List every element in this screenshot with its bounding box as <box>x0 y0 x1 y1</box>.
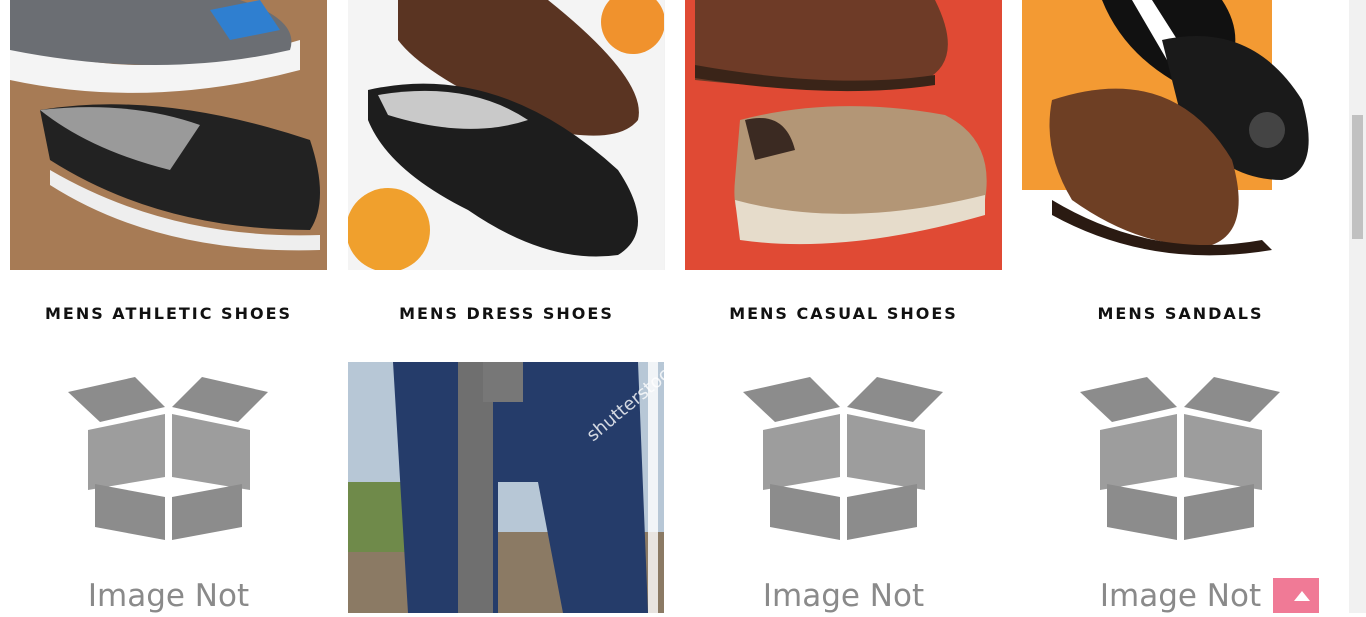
dress-shoes-illustration <box>348 0 665 270</box>
casual-shoes-illustration <box>685 0 1001 270</box>
athletic-shoes-illustration <box>10 0 327 270</box>
category-title[interactable]: MENS SANDALS <box>1022 304 1339 323</box>
open-box-icon <box>68 377 268 540</box>
jackhammer-worker-illustration: shutterstock <box>348 362 665 613</box>
vertical-scrollbar[interactable] <box>1349 0 1366 613</box>
dress-shoes-image[interactable] <box>348 0 665 270</box>
category-title[interactable]: MENS ATHLETIC SHOES <box>10 304 327 323</box>
category-grid: MENS ATHLETIC SHOES MENS DRESS SHOES MEN… <box>0 0 1349 613</box>
image-not-available[interactable]: Image Not <box>1022 362 1339 613</box>
image-not-available-text: Image Not <box>762 578 925 613</box>
open-box-icon <box>743 377 943 540</box>
category-title[interactable]: MENS CASUAL SHOES <box>685 304 1002 323</box>
image-not-available-text: Image Not <box>87 578 250 613</box>
athletic-shoes-image[interactable] <box>10 0 327 270</box>
back-to-top-button[interactable] <box>1273 578 1319 613</box>
arrow-up-icon <box>1294 591 1310 601</box>
sandals-image[interactable] <box>1022 0 1339 270</box>
jackhammer-worker-image[interactable]: shutterstock <box>348 362 665 613</box>
open-box-icon <box>1080 377 1280 540</box>
image-not-available[interactable]: Image Not <box>685 362 1002 613</box>
casual-shoes-image[interactable] <box>685 0 1002 270</box>
category-title[interactable]: MENS DRESS SHOES <box>348 304 665 323</box>
scrollbar-thumb[interactable] <box>1352 115 1363 239</box>
sandals-illustration <box>1022 0 1339 270</box>
image-not-available[interactable]: Image Not <box>10 362 327 613</box>
